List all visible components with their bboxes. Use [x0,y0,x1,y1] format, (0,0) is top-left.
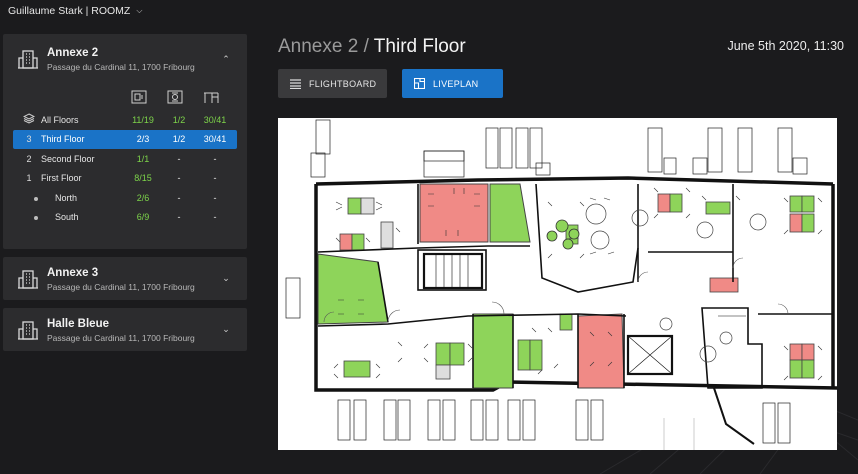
flightboard-button[interactable]: FLIGHTBOARD [278,69,387,98]
floor-row-third[interactable]: 3 Third Floor 2/3 1/2 30/41 [13,129,237,149]
user-menu-label: Guillaume Stark | ROOMZ [8,5,131,17]
rooms-count: 6/9 [136,212,150,223]
floor-plan-drawing [285,119,837,450]
floor-name: First Floor [41,173,82,184]
building-name: Annexe 2 [47,47,99,59]
chevron-down-icon[interactable]: ⌄ [219,273,233,284]
seats-count: - [177,153,181,164]
building-address: Passage du Cardinal 11, 1700 Fribourg [47,62,195,72]
floor-plan[interactable] [278,118,837,450]
rooms-count: 2/3 [136,134,150,145]
desks-count: - [213,153,217,164]
bullet-icon [34,196,38,201]
datetime: June 5th 2020, 11:30 [727,39,844,53]
building-address: Passage du Cardinal 11, 1700 Fribourg [47,281,195,292]
zone-name: North [55,192,78,203]
seats-count: 1/2 [172,134,186,145]
user-menu[interactable]: Guillaume Stark | ROOMZ ⌵ [8,5,142,17]
desks-count: 30/41 [203,114,227,125]
rooms-count: 1/1 [136,153,150,164]
breadcrumb-floor: Third Floor [373,36,466,57]
desks-count: - [213,192,217,203]
layers-icon [22,113,36,124]
building-header[interactable]: Annexe 2 Passage du Cardinal 11, 1700 Fr… [3,34,247,84]
building-card-annexe-2: Annexe 2 Passage du Cardinal 11, 1700 Fr… [3,34,247,249]
floor-row-first[interactable]: 1 First Floor 8/15 - - [17,169,233,189]
rooms-count: 11/19 [132,114,154,125]
building-card-annexe-3[interactable]: Annexe 3 Passage du Cardinal 11, 1700 Fr… [3,257,247,300]
floor-level: 3 [26,134,32,145]
building-address: Passage du Cardinal 11, 1700 Fribourg [47,332,195,343]
seats-count: - [177,192,181,203]
focus-room-icon [167,90,183,104]
desks-count: 30/41 [203,134,227,145]
desk-icon [204,92,219,103]
floor-row-second[interactable]: 2 Second Floor 1/1 - - [17,149,233,169]
floorplan-icon [414,78,425,89]
floor-name: All Floors [41,114,79,125]
floor-level: 1 [26,173,32,184]
building-icon [18,320,38,340]
rooms-count: 2/6 [136,192,150,203]
chevron-up-icon[interactable]: ⌃ [219,54,233,65]
building-icon [18,269,38,289]
page-title: Annexe 2 / Third Floor [278,36,466,58]
zone-name: South [55,212,79,223]
seats-count: - [177,173,181,184]
meeting-room-icon [131,90,147,104]
building-card-halle-bleue[interactable]: Halle Bleue Passage du Cardinal 11, 1700… [3,308,247,351]
floor-name: Third Floor [41,134,85,145]
list-icon [290,78,301,89]
breadcrumb-separator: / [358,36,374,57]
desks-count: - [213,212,217,223]
building-name: Annexe 3 [47,266,99,279]
seats-count: 1/2 [172,114,186,125]
floor-name: Second Floor [41,153,95,164]
building-icon [18,50,38,69]
floor-table: All Floors 11/19 1/2 30/41 3 Third Floor… [3,84,247,227]
floor-level: 2 [26,153,32,164]
rooms-count: 8/15 [134,173,152,184]
bullet-icon [34,216,38,221]
flightboard-label: FLIGHTBOARD [309,78,377,89]
chevron-down-icon: ⌵ [136,6,143,15]
floor-row-all[interactable]: All Floors 11/19 1/2 30/41 [17,110,233,130]
building-name: Halle Bleue [47,317,109,330]
liveplan-button[interactable]: LIVEPLAN [402,69,503,98]
liveplan-label: LIVEPLAN [433,78,479,89]
desks-count: - [213,173,217,184]
zone-row-north[interactable]: North 2/6 - - [17,188,233,208]
zone-row-south[interactable]: South 6/9 - - [17,208,233,228]
chevron-down-icon[interactable]: ⌄ [219,324,233,335]
breadcrumb-building: Annexe 2 [278,36,359,57]
floor-table-header [17,84,233,110]
seats-count: - [177,212,181,223]
